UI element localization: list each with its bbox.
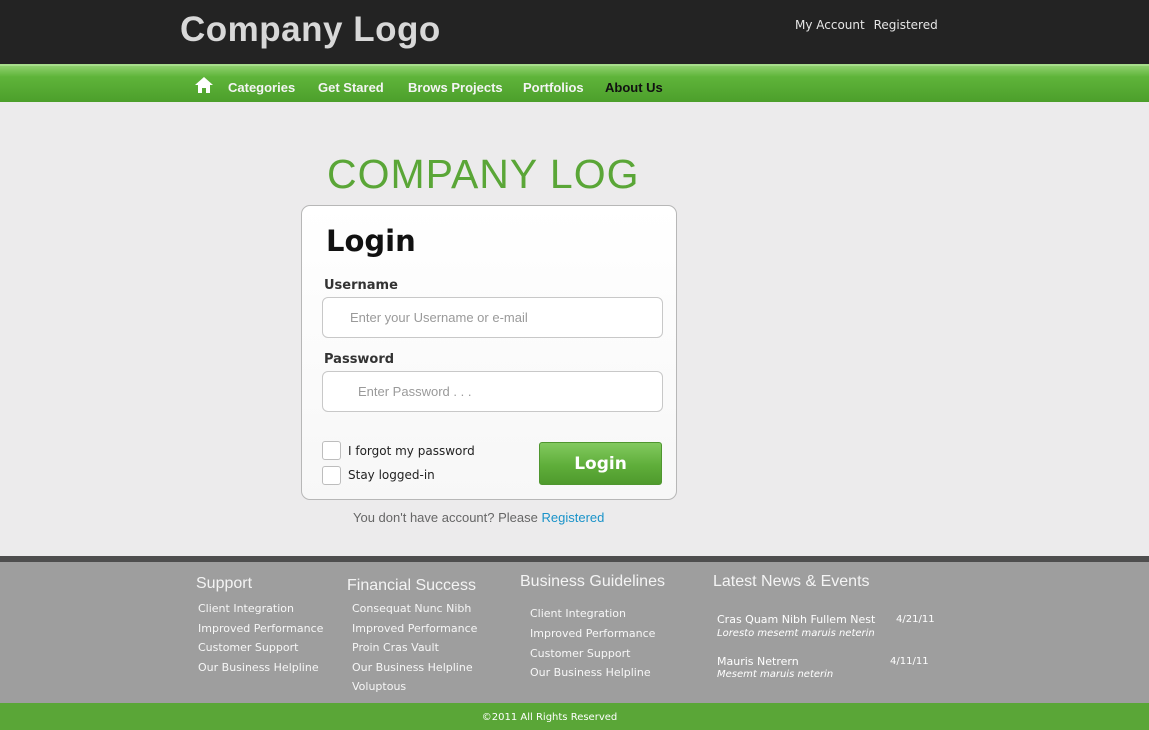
registered-link[interactable]: Registered bbox=[874, 18, 938, 32]
login-button[interactable]: Login bbox=[539, 442, 662, 485]
register-prompt: You don't have account? Please Registere… bbox=[353, 510, 604, 525]
register-link[interactable]: Registered bbox=[542, 510, 605, 525]
stay-logged-in-checkbox[interactable] bbox=[322, 466, 341, 485]
footer-business-title: Business Guidelines bbox=[520, 573, 665, 590]
news-item-date: 4/11/11 bbox=[890, 656, 929, 667]
news-item-date: 4/21/11 bbox=[896, 614, 935, 625]
footer-support-title: Support bbox=[196, 575, 253, 592]
login-heading: Login bbox=[326, 224, 416, 258]
stay-logged-in-label[interactable]: Stay logged-in bbox=[348, 468, 435, 482]
nav-item-brows-projects[interactable]: Brows Projects bbox=[408, 80, 503, 95]
footer-financial-link[interactable]: Voluptous bbox=[352, 680, 406, 693]
brand-title: COMPANY LOG bbox=[327, 151, 640, 197]
footer-support-link[interactable]: Improved Performance bbox=[198, 622, 323, 635]
footer-financial-link[interactable]: Proin Cras Vault bbox=[352, 641, 439, 654]
footer-business-link[interactable]: Client Integration bbox=[530, 607, 626, 620]
account-links: My Account Registered bbox=[795, 18, 943, 32]
nav-item-portfolios[interactable]: Portfolios bbox=[523, 80, 584, 95]
login-panel: Login Username Password I forgot my pass… bbox=[301, 205, 677, 500]
nav-item-categories[interactable]: Categories bbox=[228, 80, 295, 95]
username-input[interactable] bbox=[322, 297, 663, 338]
nav-item-about-us[interactable]: About Us bbox=[605, 80, 663, 95]
footer-support-link[interactable]: Client Integration bbox=[198, 602, 294, 615]
footer-business-link[interactable]: Customer Support bbox=[530, 647, 630, 660]
forgot-password-label[interactable]: I forgot my password bbox=[348, 444, 475, 458]
footer-financial-link[interactable]: Consequat Nunc Nibh bbox=[352, 602, 471, 615]
footer-financial-link[interactable]: Our Business Helpline bbox=[352, 661, 473, 674]
register-prompt-text: You don't have account? Please bbox=[353, 510, 538, 525]
top-header: Company Logo My Account Registered bbox=[0, 0, 1149, 64]
footer-support-link[interactable]: Our Business Helpline bbox=[198, 661, 319, 674]
footer-business-link[interactable]: Improved Performance bbox=[530, 627, 655, 640]
home-icon[interactable] bbox=[194, 76, 214, 94]
username-label: Username bbox=[324, 278, 398, 293]
news-item-title[interactable]: Mauris Netrern bbox=[717, 655, 799, 668]
copyright-text: ©2011 All Rights Reserved bbox=[481, 712, 618, 723]
nav-item-get-stared[interactable]: Get Stared bbox=[318, 80, 384, 95]
password-label: Password bbox=[324, 352, 395, 367]
footer-financial-link[interactable]: Improved Performance bbox=[352, 622, 477, 635]
news-item-subtitle: Loresto mesemt maruis neterin bbox=[717, 628, 875, 639]
company-logo[interactable]: Company Logo bbox=[180, 10, 441, 50]
forgot-password-checkbox[interactable] bbox=[322, 441, 341, 460]
copyright-bar: ©2011 All Rights Reserved bbox=[0, 703, 1149, 730]
footer-news-title: Latest News & Events bbox=[713, 573, 870, 590]
footer-financial-title: Financial Success bbox=[347, 577, 476, 594]
footer: Support Client Integration Improved Perf… bbox=[0, 562, 1149, 703]
password-input[interactable] bbox=[322, 371, 663, 412]
footer-business-link[interactable]: Our Business Helpline bbox=[530, 666, 651, 679]
my-account-link[interactable]: My Account bbox=[795, 18, 865, 32]
news-item-title[interactable]: Cras Quam Nibh Fullem Nest bbox=[717, 613, 875, 626]
main-nav: Categories Get Stared Brows Projects Por… bbox=[0, 64, 1149, 102]
footer-support-link[interactable]: Customer Support bbox=[198, 641, 298, 654]
news-item-subtitle: Mesemt maruis neterin bbox=[717, 669, 834, 680]
